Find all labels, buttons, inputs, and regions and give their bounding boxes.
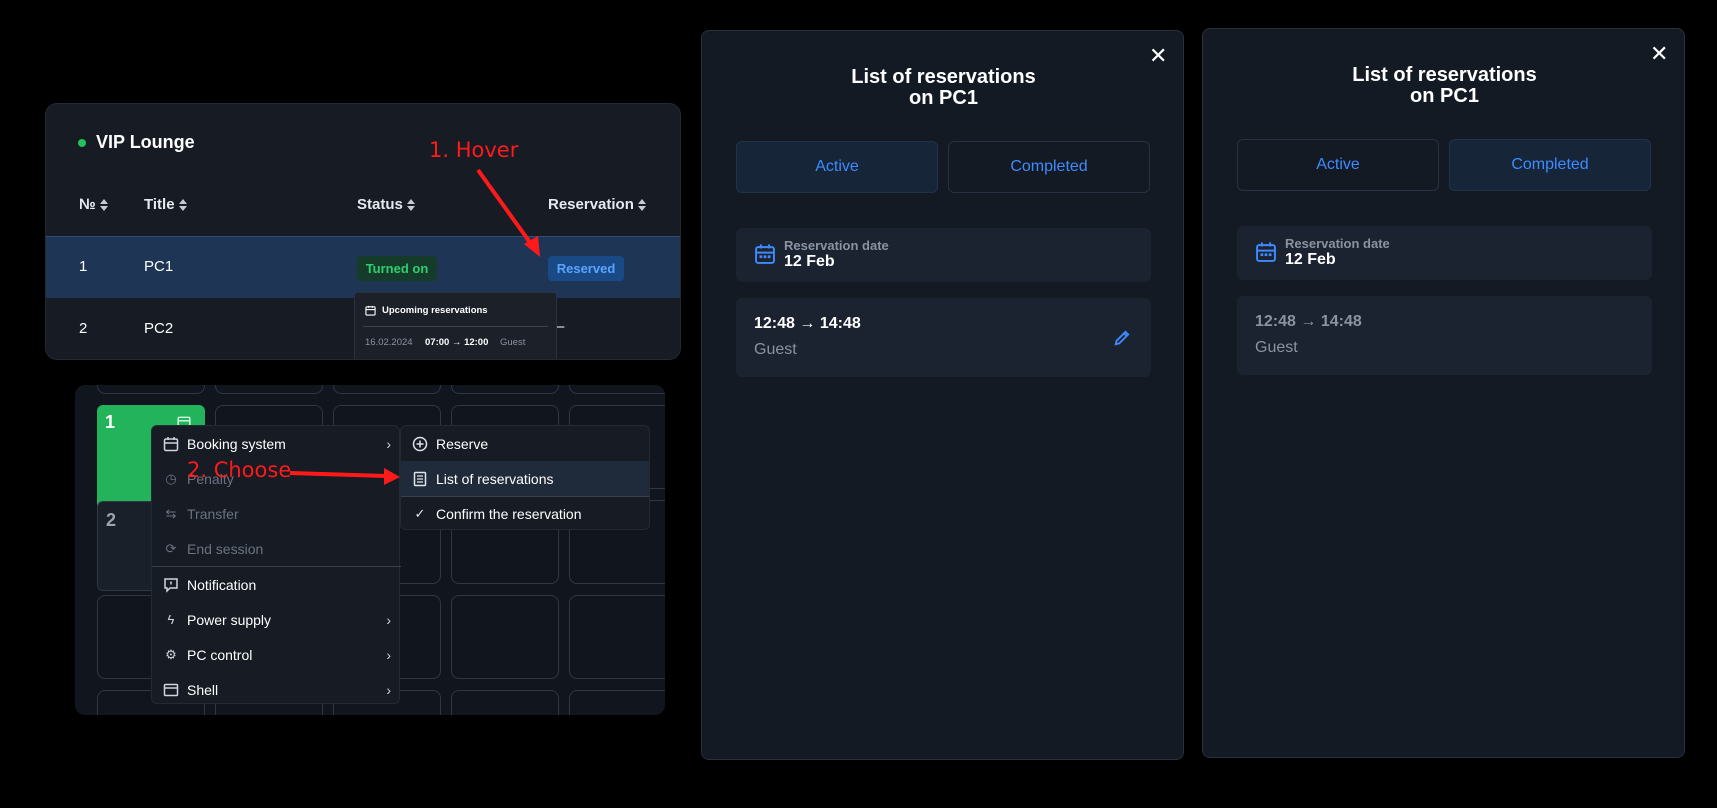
row-num: 2	[79, 320, 88, 337]
column-header-title[interactable]: Title	[144, 196, 188, 213]
grid-cell[interactable]	[451, 595, 559, 679]
grid-cell[interactable]	[569, 690, 665, 715]
chevron-right-icon: ›	[386, 646, 391, 663]
row-num: 1	[79, 258, 88, 275]
online-dot-icon	[78, 138, 86, 147]
gear-icon: ⚙	[165, 646, 177, 662]
close-icon[interactable]: ✕	[1650, 41, 1668, 67]
close-icon[interactable]: ✕	[1149, 43, 1167, 69]
menu-item-transfer[interactable]: ⇆ Transfer	[152, 496, 401, 531]
grid-cell[interactable]	[569, 385, 665, 394]
zone-title: VIP Lounge	[78, 132, 195, 153]
reservations-modal-active: ✕ List of reservations on PC1 Active Com…	[701, 30, 1184, 760]
tooltip-heading: Upcoming reservations	[382, 305, 488, 316]
modal-title: List of reservations on PC1	[851, 66, 1036, 109]
row-title: PC1	[144, 258, 174, 275]
menu-item-end-session[interactable]: ⟳ End session	[152, 531, 401, 566]
sort-icon	[99, 198, 109, 212]
tab-completed[interactable]: Completed	[1449, 139, 1651, 191]
annotation-arrow-icon	[289, 468, 400, 485]
grid-cell[interactable]	[451, 690, 559, 715]
column-header-status[interactable]: Status	[357, 196, 416, 213]
booking-submenu: Reserve List of reservations ✓ Confirm t…	[400, 425, 650, 530]
plus-circle-icon	[412, 436, 428, 451]
reserved-badge[interactable]: Reserved	[548, 256, 624, 281]
column-header-reservation[interactable]: Reservation	[548, 196, 647, 213]
list-icon	[413, 471, 427, 486]
modal-title: List of reservations on PC1	[1352, 64, 1537, 107]
calendar-icon	[365, 305, 376, 316]
lightning-icon: ϟ	[167, 612, 175, 627]
calendar-icon	[755, 244, 775, 264]
tab-active[interactable]: Active	[1237, 139, 1439, 191]
tooltip-time: 07:00 → 12:00	[425, 337, 489, 348]
menu-item-pc-control[interactable]: ⚙ PC control ›	[152, 637, 401, 672]
reservation-date-box: Reservation date 12 Feb	[1237, 226, 1652, 280]
check-icon: ✓	[414, 505, 426, 521]
grid-cell[interactable]	[569, 595, 665, 679]
annotation-hover: 1. Hover	[429, 138, 519, 162]
reservation-empty: –	[556, 318, 565, 335]
clock-icon: ◷	[165, 470, 177, 486]
menu-item-notification[interactable]: Notification	[152, 567, 401, 602]
grid-cell[interactable]	[333, 385, 441, 394]
upcoming-reservations-tooltip: Upcoming reservations 16.02.2024 07:00 →…	[354, 292, 557, 359]
vip-lounge-table: VIP Lounge № Title Status Reservation 1 …	[45, 103, 681, 360]
reservation-entry: 12:48 → 14:48 Guest	[736, 298, 1151, 377]
grid-cell[interactable]	[215, 385, 323, 394]
chevron-right-icon: ›	[386, 611, 391, 628]
tooltip-date: 16.02.2024	[365, 337, 413, 348]
menu-item-booking-system[interactable]: Booking system ›	[152, 426, 401, 461]
tab-completed[interactable]: Completed	[948, 141, 1150, 193]
divider	[363, 326, 548, 327]
annotation-choose: 2. Choose	[187, 458, 292, 482]
reservation-entry: 12:48 → 14:48 Guest	[1237, 296, 1652, 375]
logout-icon: ⟳	[165, 540, 177, 556]
grid-cell[interactable]	[97, 385, 205, 394]
pencil-icon[interactable]	[1112, 328, 1132, 348]
calendar-icon	[1256, 242, 1276, 262]
chevron-right-icon: ›	[386, 681, 391, 698]
menu-item-shell[interactable]: Shell ›	[152, 672, 401, 707]
sort-icon	[406, 198, 416, 212]
column-header-num[interactable]: №	[79, 196, 109, 213]
annotation-arrow-icon	[476, 168, 540, 257]
transfer-icon: ⇆	[165, 505, 177, 521]
status-badge: Turned on	[357, 256, 437, 281]
tab-active[interactable]: Active	[736, 141, 938, 193]
tooltip-user: Guest	[500, 337, 526, 348]
menu-item-power-supply[interactable]: ϟ Power supply ›	[152, 602, 401, 637]
submenu-item-list-of-reservations[interactable]: List of reservations	[401, 461, 649, 496]
calendar-icon	[163, 436, 179, 451]
sort-icon	[178, 198, 188, 212]
chevron-right-icon: ›	[386, 435, 391, 452]
window-icon	[163, 683, 179, 696]
submenu-item-confirm-reservation[interactable]: ✓ Confirm the reservation	[401, 496, 649, 529]
submenu-item-reserve[interactable]: Reserve	[401, 426, 649, 461]
row-title: PC2	[144, 320, 174, 337]
reservations-modal-completed: ✕ List of reservations on PC1 Active Com…	[1202, 28, 1685, 758]
reservation-date-box: Reservation date 12 Feb	[736, 228, 1151, 282]
sort-icon	[637, 198, 647, 212]
message-icon	[164, 577, 178, 593]
grid-cell[interactable]	[451, 385, 559, 394]
